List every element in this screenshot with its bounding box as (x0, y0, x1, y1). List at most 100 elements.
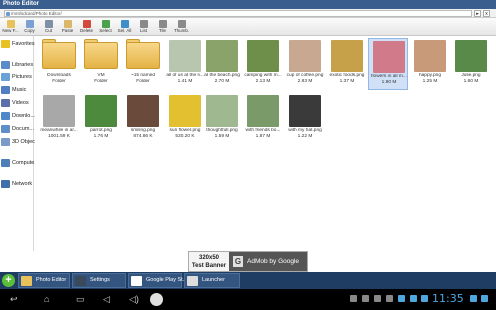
task-photo-editor[interactable]: Photo Editor (18, 273, 70, 288)
image-thumbnail (169, 95, 201, 127)
image-thumbnail (43, 95, 75, 127)
ad-test-label: 320x50 Test Banner (189, 252, 229, 271)
folder-path-icon (6, 12, 10, 16)
launcher-circle-icon[interactable] (150, 293, 163, 306)
image-thumbnail (127, 95, 159, 127)
file-item-thoughtfull[interactable]: thoughtfull.png 1.59 M (202, 93, 242, 145)
cut-button[interactable]: Cut (39, 19, 58, 34)
home-icon (187, 276, 198, 286)
tile-icon (158, 20, 167, 28)
image-thumbnail (289, 95, 321, 127)
image-thumbnail (85, 95, 117, 127)
wifi-icon (410, 295, 417, 302)
file-item-at-the-beach[interactable]: at the beach.png 2.70 M (202, 38, 242, 90)
sidebar-item-downloads[interactable]: Downlo... (0, 111, 35, 122)
file-item-julie[interactable]: Julie.png 1.60 M (451, 38, 491, 90)
back-icon[interactable]: ↩ (10, 294, 18, 305)
image-thumbnail (373, 41, 405, 73)
folder-icon (42, 42, 76, 69)
volume-up-icon[interactable]: ◁) (129, 294, 139, 305)
file-item-with-my-hat[interactable]: with my hat.png 1.22 M (285, 93, 325, 145)
sidebar-item-pictures[interactable]: Pictures (0, 72, 34, 83)
notification-icon (350, 295, 357, 302)
paste-icon (63, 20, 72, 28)
sidebar-item-favorites[interactable]: Favorites (0, 39, 35, 50)
file-grid: Downloads Folder VM Folder ~15 named Fol… (35, 36, 496, 251)
file-item-happy[interactable]: happy.png 1.25 M (410, 38, 450, 90)
documents-icon (1, 125, 10, 133)
sidebar-item-3d-objects[interactable]: 3D Objec... (0, 137, 40, 148)
file-item-sun-flower[interactable]: sun flower.png 530.20 K (165, 93, 205, 145)
close-address-button[interactable]: x (483, 10, 490, 17)
sidebar-item-computer[interactable]: Compute... (0, 158, 39, 169)
list-view-button[interactable]: List (134, 19, 153, 34)
tile-view-button[interactable]: Tile (153, 19, 172, 34)
file-item-smiling[interactable]: smiling.png 874.86 K (123, 93, 163, 145)
file-item-15-named[interactable]: ~15 named Folder (123, 38, 163, 90)
list-icon (139, 20, 148, 28)
go-button[interactable]: ▸ (474, 10, 481, 17)
copy-button[interactable]: Copy (20, 19, 39, 34)
sidebar: Favorites Libraries Pictures Music Video… (0, 36, 40, 251)
file-item-vm[interactable]: VM Folder (81, 38, 121, 90)
file-item-cup-of-coffee[interactable]: cup of coffee.png 2.83 M (285, 38, 325, 90)
address-field[interactable]: /mnt/sdcard/Photo Editor/ (4, 10, 472, 17)
notification-icon (386, 295, 393, 302)
sidebar-item-documents[interactable]: Docum... (0, 124, 34, 135)
task-google-play[interactable]: Google Play St... (128, 273, 187, 288)
image-thumbnail (206, 40, 238, 72)
select-button[interactable]: Select (96, 19, 115, 34)
delete-button[interactable]: Delete (77, 19, 96, 34)
ad-banner[interactable]: 320x50 Test Banner G AdMob by Google (188, 251, 308, 272)
settings-icon (75, 276, 86, 286)
sidebar-item-music[interactable]: Music (0, 85, 34, 96)
cut-icon (44, 20, 53, 28)
star-icon (1, 40, 10, 48)
toolbar: New F... Copy Cut Paste Delete Select Se… (0, 18, 496, 36)
music-icon (1, 86, 10, 94)
new-folder-button[interactable]: New F... (1, 19, 20, 34)
videos-icon (1, 99, 10, 107)
select-icon (101, 20, 110, 28)
volume-down-icon[interactable]: ◁ (103, 294, 110, 305)
select-all-button[interactable]: Sel. All (115, 19, 134, 34)
download-icon (1, 112, 10, 120)
bluetooth-icon (421, 295, 428, 302)
file-item-camping[interactable]: camping with m... 2.13 M (243, 38, 283, 90)
sidebar-item-libraries[interactable]: Libraries (0, 60, 34, 71)
notification-icon (374, 295, 381, 302)
folder-icon (21, 276, 32, 286)
image-thumbnail (169, 40, 201, 72)
task-launcher[interactable]: Launcher (184, 273, 240, 288)
wifi-signal-icon (470, 295, 477, 302)
new-folder-icon (6, 20, 15, 28)
folder-icon (84, 42, 118, 69)
file-item-exotic-foods[interactable]: exotic foods.png 1.37 M (327, 38, 367, 90)
play-store-icon (131, 276, 142, 286)
notification-icon (362, 295, 369, 302)
file-item-parrot[interactable]: parrot.png 1.76 M (81, 93, 121, 145)
android-nav-bar: ↩ ⌂ ▭ ◁ ◁) 11:35 (0, 289, 496, 310)
file-item-all-of-us[interactable]: all of us at the li... 1.41 M (165, 38, 205, 90)
task-settings[interactable]: Settings (72, 273, 126, 288)
sidebar-item-network[interactable]: Network (0, 179, 34, 190)
file-item-downloads[interactable]: Downloads Folder (39, 38, 79, 90)
sidebar-item-videos[interactable]: Videos (0, 98, 34, 109)
file-item-meanwhile[interactable]: meanwhile in ar... 1001.59 K (39, 93, 79, 145)
clock: 11:35 (432, 292, 464, 305)
library-icon (1, 61, 10, 69)
home-nav-icon[interactable]: ⌂ (44, 294, 49, 305)
cube-icon (1, 138, 10, 146)
image-thumbnail (331, 40, 363, 72)
paste-button[interactable]: Paste (58, 19, 77, 34)
address-bar: /mnt/sdcard/Photo Editor/ ▸ x (0, 9, 496, 18)
file-item-flowers[interactable]: flowers in all m... 1.90 M (368, 38, 408, 90)
thumbnail-view-button[interactable]: Thumb. (172, 19, 191, 34)
file-item-with-friends[interactable]: with friends bo... 1.87 M (243, 93, 283, 145)
admob-logo-block: G AdMob by Google (229, 252, 307, 271)
recents-icon[interactable]: ▭ (76, 294, 85, 305)
network-icon (1, 180, 10, 188)
add-task-button[interactable]: + (2, 274, 15, 287)
battery-icon (481, 295, 488, 302)
image-thumbnail (289, 40, 321, 72)
